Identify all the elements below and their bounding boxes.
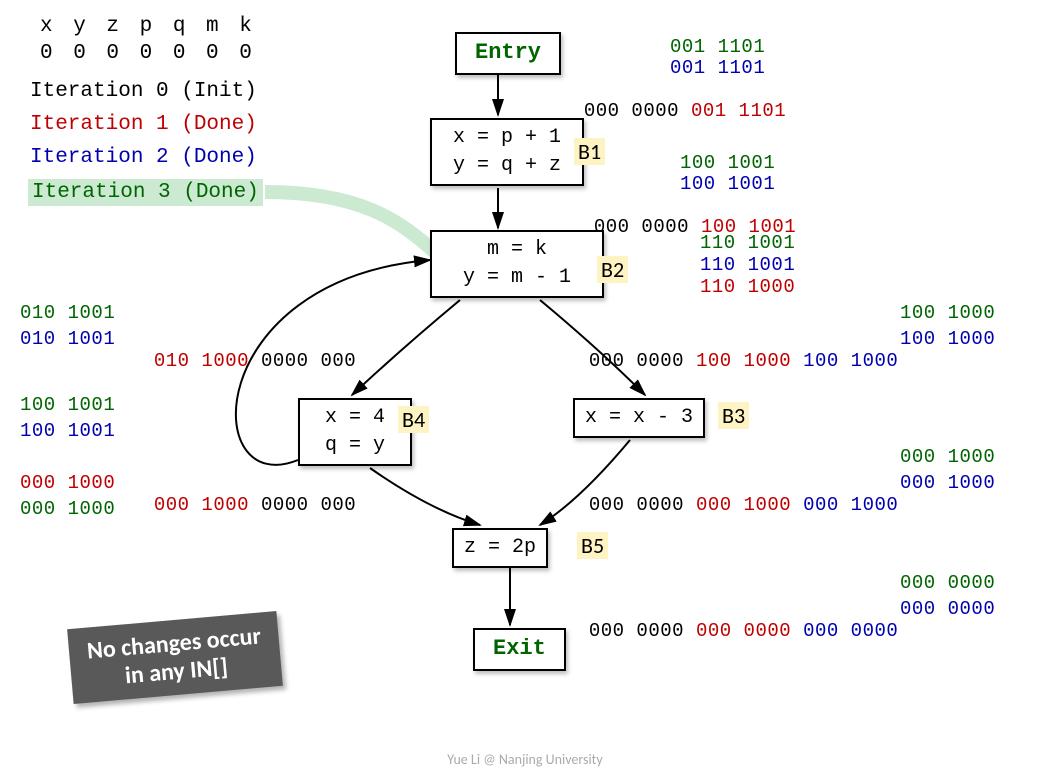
b2-line2: y = m - 1 xyxy=(442,264,592,292)
vars-header: x y z p q m k xyxy=(40,15,256,38)
label-b3: B3 xyxy=(718,402,749,429)
b4-line1: x = 4 xyxy=(310,404,400,432)
bits-b4out-g: 100 1001 xyxy=(20,394,115,416)
block-b4: x = 4 q = y xyxy=(298,398,412,466)
bits-entry-b: 001 1101 xyxy=(670,57,765,79)
bits-entry-full: 000 0000 001 1101 xyxy=(560,78,786,122)
bits-b3in-b: 100 1000 xyxy=(900,328,995,350)
bits-b2out-b: 110 1001 xyxy=(700,254,795,276)
block-b3: x = x - 3 xyxy=(573,398,705,438)
bits-b3out-g: 000 1000 xyxy=(900,446,995,468)
bits-exit-full: 000 0000 000 0000 000 0000 xyxy=(565,598,898,642)
entry-node: Entry xyxy=(455,32,561,75)
b1-line1: x = p + 1 xyxy=(442,124,572,152)
bits-b4out-b: 100 1001 xyxy=(20,420,115,442)
bits-b4in-g: 010 1001 xyxy=(20,302,115,324)
callout-no-changes: No changes occurin any IN[] xyxy=(67,611,283,704)
bits-b2out-r: 110 1000 xyxy=(700,276,795,298)
bits-b3in-full: 000 0000 100 1000 100 1000 xyxy=(565,328,898,372)
bits-b1out-g: 100 1001 xyxy=(680,152,775,174)
block-b1: x = p + 1 y = q + z xyxy=(430,118,584,186)
iter2: Iteration 2 (Done) xyxy=(30,146,257,169)
b3-line1: x = x - 3 xyxy=(585,404,693,432)
bits-b2out-g: 110 1001 xyxy=(700,232,795,254)
bits-exit-b: 000 0000 xyxy=(900,598,995,620)
bits-b3out-b: 000 1000 xyxy=(900,472,995,494)
block-b5: z = 2p xyxy=(452,528,548,568)
bits-b3in-g: 100 1000 xyxy=(900,302,995,324)
label-b4: B4 xyxy=(398,406,429,433)
label-b2: B2 xyxy=(597,256,628,283)
vars-init: 0 0 0 0 0 0 0 xyxy=(40,42,256,65)
iter1: Iteration 1 (Done) xyxy=(30,113,257,136)
b1-line2: y = q + z xyxy=(442,152,572,180)
bits-entry-g: 001 1101 xyxy=(670,36,765,58)
label-b1: B1 xyxy=(574,138,605,165)
bits-b4in-full: 010 1000 0000 000 xyxy=(130,328,356,372)
footer-credit: Yue Li @ Nanjing University xyxy=(0,751,1050,768)
bits-b3out-full: 000 0000 000 1000 000 1000 xyxy=(565,472,898,516)
exit-node: Exit xyxy=(473,628,566,671)
block-b2: m = k y = m - 1 xyxy=(430,230,604,298)
bits-b4in-b: 010 1001 xyxy=(20,328,115,350)
b4-line2: q = y xyxy=(310,432,400,460)
bits-b1out-b: 100 1001 xyxy=(680,173,775,195)
bits-b4out-r1: 000 1000 xyxy=(20,472,115,494)
b5-line1: z = 2p xyxy=(464,534,536,562)
b2-line1: m = k xyxy=(442,236,592,264)
bits-b4out-full: 000 1000 0000 000 xyxy=(130,472,356,516)
bits-b4out-last: 000 1000 xyxy=(20,498,115,520)
label-b5: B5 xyxy=(577,532,608,559)
bits-exit-g: 000 0000 xyxy=(900,572,995,594)
iter3: Iteration 3 (Done) xyxy=(28,179,263,206)
iter0: Iteration 0 (Init) xyxy=(30,80,257,103)
